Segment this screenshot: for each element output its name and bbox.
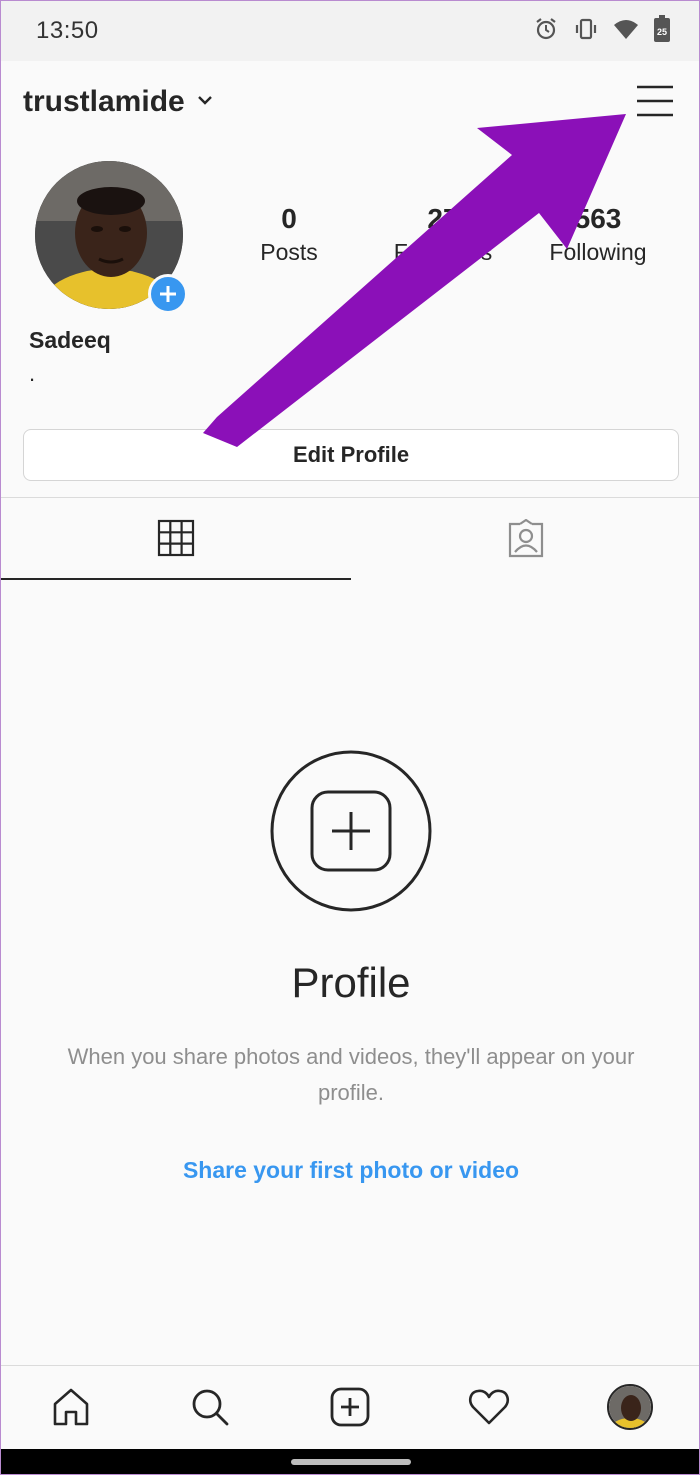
home-icon[interactable] xyxy=(48,1384,94,1430)
posts-stat[interactable]: 0 Posts xyxy=(214,201,364,266)
vibrate-icon xyxy=(573,16,599,42)
wifi-icon xyxy=(613,16,639,42)
posts-label: Posts xyxy=(260,239,318,265)
system-navigation-bar xyxy=(1,1449,699,1474)
followers-stat[interactable]: 27 Followers xyxy=(368,201,518,266)
following-stat[interactable]: 563 Following xyxy=(523,201,673,266)
account-switcher[interactable]: trustlamide xyxy=(23,85,213,119)
empty-state-description: When you share photos and videos, they'l… xyxy=(67,1044,635,1105)
share-first-photo-link[interactable]: Share your first photo or video xyxy=(1,1157,699,1184)
home-gesture-pill[interactable] xyxy=(291,1459,411,1465)
add-story-button[interactable] xyxy=(148,274,188,314)
following-label: Following xyxy=(549,239,647,265)
new-post-circle-icon[interactable] xyxy=(269,749,433,913)
edit-profile-button[interactable]: Edit Profile xyxy=(23,429,679,481)
status-bar: 13:50 25 xyxy=(1,1,699,61)
posts-count: 0 xyxy=(281,203,297,234)
bio-text: . xyxy=(29,361,36,386)
empty-state-title: Profile xyxy=(291,959,411,1006)
profile-tab-avatar[interactable] xyxy=(607,1384,653,1430)
profile-screen: 13:50 25 trustlamide 0 Posts 27 Follower… xyxy=(0,0,700,1475)
username[interactable]: trustlamide xyxy=(23,85,185,119)
battery-level-text: 25 xyxy=(657,27,667,37)
profile-header: trustlamide xyxy=(1,61,699,143)
followers-count: 27 xyxy=(427,203,459,234)
followers-label: Followers xyxy=(393,239,493,265)
chevron-down-icon[interactable] xyxy=(197,93,213,111)
grid-icon xyxy=(157,519,195,557)
display-name: Sadeeq xyxy=(29,327,111,353)
activity-heart-icon[interactable] xyxy=(466,1384,512,1430)
hamburger-menu-icon[interactable] xyxy=(631,81,679,121)
alarm-icon xyxy=(533,16,559,42)
plus-icon xyxy=(160,286,176,302)
battery-icon: 25 xyxy=(653,15,671,43)
following-count: 563 xyxy=(574,203,622,234)
status-icons: 25 xyxy=(533,15,671,43)
new-post-icon[interactable] xyxy=(327,1384,373,1430)
search-icon[interactable] xyxy=(187,1384,233,1430)
tab-grid[interactable] xyxy=(1,498,351,580)
tagged-person-icon xyxy=(508,519,544,558)
bottom-navigation xyxy=(1,1366,699,1449)
tab-tagged[interactable] xyxy=(351,498,699,580)
status-time: 13:50 xyxy=(36,17,99,44)
